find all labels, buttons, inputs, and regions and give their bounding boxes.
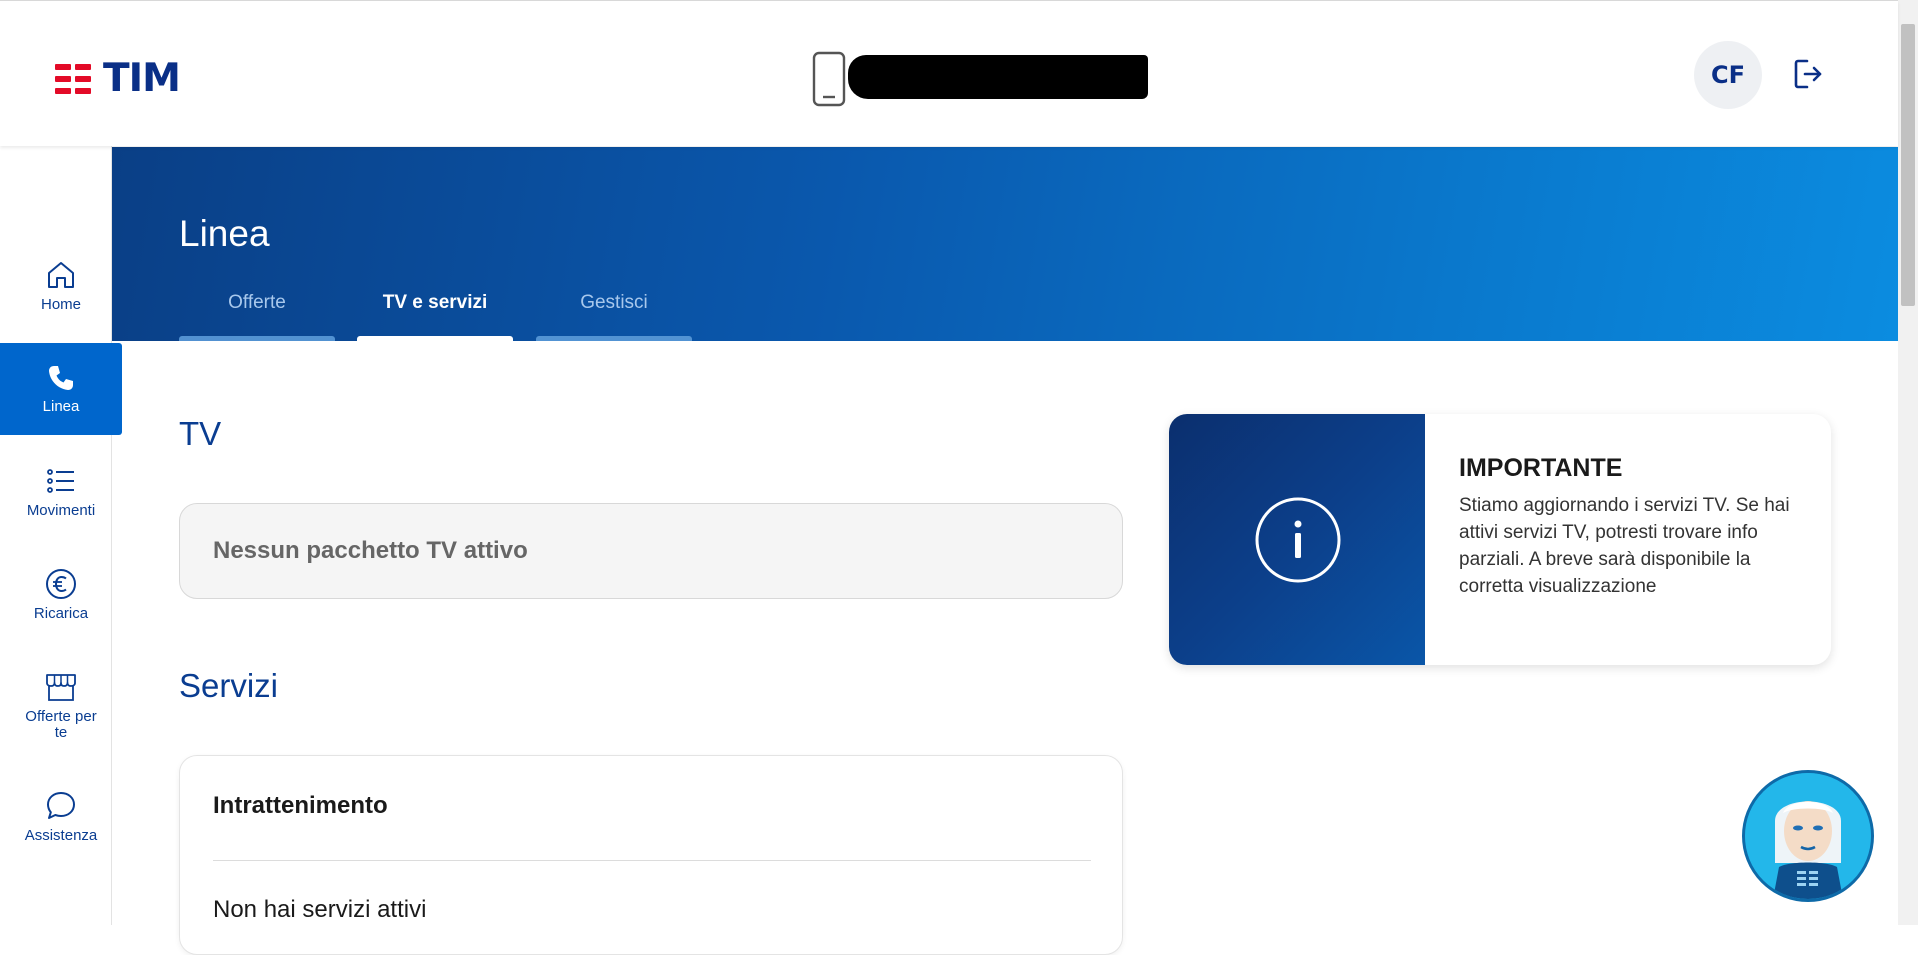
services-empty-message: Non hai servizi attivi bbox=[213, 896, 427, 923]
sidebar-item-label: Movimenti bbox=[26, 502, 96, 519]
line-selector[interactable] bbox=[812, 49, 1150, 109]
tab-indicator bbox=[536, 336, 692, 341]
info-card-banner bbox=[1169, 414, 1425, 665]
tim-logo-mark-icon bbox=[55, 62, 95, 96]
important-info-card: IMPORTANTE Stiamo aggiornando i servizi … bbox=[1169, 414, 1831, 665]
sidebar-nav: Home Linea Movimenti Ricarica Offerte pe… bbox=[0, 146, 122, 925]
tab-label: Gestisci bbox=[580, 292, 648, 313]
sidebar-item-ricarica[interactable]: Ricarica bbox=[0, 549, 122, 641]
info-icon bbox=[1255, 497, 1341, 583]
euro-icon bbox=[46, 569, 76, 599]
tab-tv-e-servizi[interactable]: TV e servizi bbox=[357, 290, 513, 341]
sidebar-item-label: Ricarica bbox=[33, 605, 89, 622]
chat-bubble-icon bbox=[47, 792, 75, 819]
page-scrollbar[interactable] bbox=[1898, 0, 1918, 925]
sidebar-item-home[interactable]: Home bbox=[0, 240, 122, 332]
logout-button[interactable] bbox=[1793, 58, 1823, 94]
services-category-title: Intrattenimento bbox=[213, 792, 388, 819]
user-avatar[interactable]: CF bbox=[1694, 41, 1762, 109]
divider bbox=[213, 860, 1091, 861]
tab-label: TV e servizi bbox=[382, 292, 488, 313]
services-section-title: Servizi bbox=[179, 667, 279, 704]
sidebar-item-label: Assistenza bbox=[24, 827, 98, 844]
tab-offerte[interactable]: Offerte bbox=[179, 290, 335, 341]
smartphone-icon bbox=[812, 51, 846, 107]
page-banner: Linea Offerte TV e servizi Gestisci bbox=[112, 147, 1898, 341]
tab-indicator bbox=[357, 336, 513, 341]
store-icon bbox=[46, 674, 76, 701]
top-header: TIM CF bbox=[0, 1, 1898, 146]
redacted-phone-number bbox=[848, 55, 1148, 99]
sidebar-item-label: Offerte per te bbox=[25, 708, 97, 741]
sidebar-item-movimenti[interactable]: Movimenti bbox=[0, 446, 122, 538]
tab-gestisci[interactable]: Gestisci bbox=[536, 290, 692, 341]
info-card-title: IMPORTANTE bbox=[1459, 454, 1623, 482]
sidebar-item-label: Home bbox=[40, 296, 81, 313]
tab-label: Offerte bbox=[228, 292, 286, 313]
sidebar-item-offerte-per-te[interactable]: Offerte per te bbox=[0, 652, 122, 760]
virtual-assistant-button[interactable] bbox=[1742, 770, 1874, 902]
sidebar-item-label: Linea bbox=[42, 398, 80, 415]
assistant-avatar-icon bbox=[1745, 773, 1871, 899]
logout-icon bbox=[1794, 59, 1822, 89]
home-icon bbox=[48, 262, 74, 288]
tv-empty-message: Nessun pacchetto TV attivo bbox=[213, 537, 528, 564]
list-icon bbox=[47, 469, 74, 493]
info-card-text: Stiamo aggiornando i servizi TV. Se hai … bbox=[1459, 495, 1790, 597]
scrollbar-thumb[interactable] bbox=[1901, 24, 1915, 306]
phone-icon bbox=[49, 366, 73, 390]
tv-section-title: TV bbox=[179, 415, 222, 452]
sidebar-item-linea[interactable]: Linea bbox=[0, 343, 122, 435]
tab-indicator bbox=[179, 336, 335, 341]
services-card: Intrattenimento Non hai servizi attivi bbox=[179, 755, 1123, 955]
sidebar-item-assistenza[interactable]: Assistenza bbox=[0, 771, 122, 863]
tim-logo-text: TIM bbox=[103, 56, 181, 101]
tim-logo[interactable]: TIM bbox=[55, 56, 181, 101]
page-title: Linea bbox=[179, 213, 270, 254]
tv-package-status: Nessun pacchetto TV attivo bbox=[179, 503, 1123, 599]
